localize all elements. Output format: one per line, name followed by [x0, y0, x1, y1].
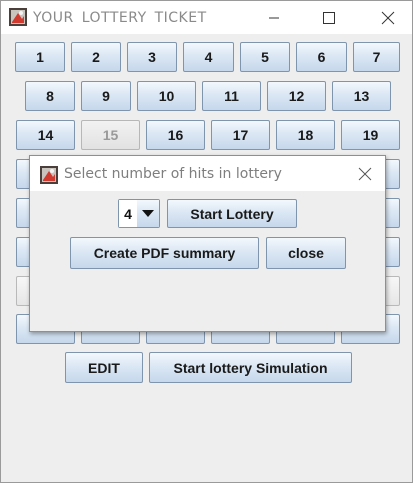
dialog-close-button[interactable]: [351, 160, 379, 188]
number-button-6[interactable]: 6: [296, 42, 347, 72]
combobox-arrow[interactable]: [137, 200, 159, 227]
java-app-icon: [8, 7, 28, 27]
number-button-14[interactable]: 14: [16, 120, 75, 150]
hits-combobox-value: 4: [119, 200, 138, 227]
number-button-3[interactable]: 3: [127, 42, 177, 72]
maximize-button[interactable]: [306, 1, 352, 34]
maximize-icon: [323, 11, 335, 24]
number-button-17[interactable]: 17: [211, 120, 270, 150]
edit-button[interactable]: EDIT: [65, 352, 143, 383]
chevron-down-icon: [142, 209, 154, 217]
minimize-icon: [269, 17, 279, 18]
hits-combobox[interactable]: 4: [118, 199, 160, 228]
start-simulation-button[interactable]: Start lottery Simulation: [149, 352, 352, 383]
number-button-16[interactable]: 16: [146, 120, 205, 150]
start-lottery-button[interactable]: Start Lottery: [167, 199, 297, 228]
number-button-19[interactable]: 19: [341, 120, 400, 150]
number-button-5[interactable]: 5: [240, 42, 290, 72]
number-button-15: 15: [81, 120, 140, 150]
main-window: YOUR LOTTERY TICKET 1 2 3 4 5 6 7 8 9 10…: [0, 0, 413, 483]
number-button-7[interactable]: 7: [353, 42, 400, 72]
number-button-8[interactable]: 8: [25, 81, 75, 111]
java-app-icon: [39, 165, 59, 185]
number-button-13[interactable]: 13: [332, 81, 391, 111]
number-button-11[interactable]: 11: [202, 81, 261, 111]
dialog-title-bar[interactable]: Select number of hits in lottery: [30, 156, 385, 191]
number-button-4[interactable]: 4: [183, 42, 234, 72]
minimize-button[interactable]: [251, 1, 297, 34]
dialog-close-text-button[interactable]: close: [266, 237, 346, 269]
create-pdf-summary-button[interactable]: Create PDF summary: [70, 237, 259, 269]
number-button-18[interactable]: 18: [276, 120, 335, 150]
hits-dialog: Select number of hits in lottery 4 Start…: [29, 155, 386, 332]
number-button-2[interactable]: 2: [71, 42, 121, 72]
close-icon: [381, 11, 395, 24]
dialog-title: Select number of hits in lottery: [64, 166, 282, 182]
close-icon: [358, 167, 372, 181]
number-button-12[interactable]: 12: [267, 81, 326, 111]
number-button-1[interactable]: 1: [15, 42, 65, 72]
number-button-9[interactable]: 9: [81, 81, 131, 111]
number-button-10[interactable]: 10: [137, 81, 196, 111]
window-title: YOUR LOTTERY TICKET: [33, 10, 207, 26]
title-bar[interactable]: YOUR LOTTERY TICKET: [1, 1, 412, 34]
close-window-button[interactable]: [365, 1, 411, 34]
